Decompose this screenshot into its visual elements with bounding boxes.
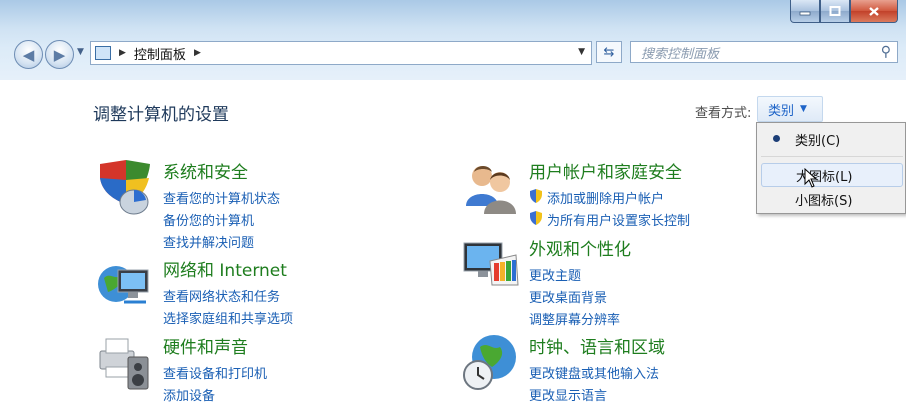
radio-selected-icon: [773, 135, 780, 142]
link-screen-resolution[interactable]: 调整屏幕分辨率: [529, 309, 620, 328]
category-title[interactable]: 时钟、语言和区域: [529, 333, 665, 358]
arrow-left-icon: ◀: [22, 45, 35, 64]
menu-item-label: 类别(C): [795, 133, 841, 149]
close-icon: [869, 6, 879, 16]
menu-item-category[interactable]: 类别(C): [761, 127, 903, 151]
mouse-cursor-icon: [804, 168, 818, 188]
category-user-accounts: 用户帐户和家庭安全 添加或删除用户帐户 为所有用户设置家长控制: [462, 158, 742, 234]
recent-pages-button[interactable]: ▼: [77, 47, 84, 57]
link-network-status[interactable]: 查看网络状态和任务: [163, 286, 280, 305]
link-add-device[interactable]: 添加设备: [163, 385, 215, 404]
link-change-keyboard[interactable]: 更改键盘或其他输入法: [529, 363, 659, 382]
minimize-button[interactable]: [790, 0, 820, 23]
window-frame: ◀ ▶ ▼ ▶ 控制面板 ▶ ▼ ⇆ 搜索控制面板 ⚲: [0, 0, 906, 80]
menu-separator: [761, 156, 903, 157]
menu-item-large-icons[interactable]: 大图标(L): [761, 163, 903, 187]
link-troubleshoot[interactable]: 查找并解决问题: [163, 232, 254, 251]
link-add-remove-accounts[interactable]: 添加或删除用户帐户: [547, 188, 664, 207]
uac-shield-icon: [530, 211, 542, 225]
chevron-down-icon: ▼: [77, 47, 84, 57]
globe-clock-icon: [463, 335, 516, 390]
category-hardware-sound: 硬件和声音 查看设备和打印机 添加设备: [96, 333, 356, 404]
content-area: 调整计算机的设置 查看方式: 类别 ▼ 系统和安全 查看您的计算机状态 备份您的…: [0, 80, 906, 404]
category-title[interactable]: 网络和 Internet: [163, 256, 287, 281]
link-devices-printers[interactable]: 查看设备和打印机: [163, 363, 267, 382]
view-by-menu: 类别(C) 大图标(L) 小图标(S): [756, 122, 906, 214]
monitor-palette-icon: [463, 242, 519, 286]
menu-item-small-icons[interactable]: 小图标(S): [761, 187, 903, 211]
link-view-computer-status[interactable]: 查看您的计算机状态: [163, 188, 280, 207]
link-change-theme[interactable]: 更改主题: [529, 265, 581, 284]
printer-speaker-icon: [99, 338, 149, 390]
breadcrumb-control-panel[interactable]: 控制面板: [134, 44, 186, 63]
window-controls: [790, 0, 898, 23]
page-title: 调整计算机的设置: [93, 105, 229, 125]
category-clock-language-region: 时钟、语言和区域 更改键盘或其他输入法 更改显示语言: [462, 333, 742, 404]
view-by-label: 查看方式:: [695, 106, 752, 121]
shield-icon: [100, 160, 150, 215]
forward-button[interactable]: ▶: [45, 40, 74, 69]
search-box[interactable]: 搜索控制面板 ⚲: [630, 41, 898, 63]
category-system-security: 系统和安全 查看您的计算机状态 备份您的计算机 查找并解决问题: [96, 158, 356, 258]
breadcrumb-arrow-icon[interactable]: ▶: [119, 48, 126, 58]
chevron-down-icon: ▼: [800, 104, 807, 114]
minimize-icon: [799, 11, 811, 16]
control-panel-icon: [95, 46, 111, 60]
category-network-internet: 网络和 Internet 查看网络状态和任务 选择家庭组和共享选项: [96, 256, 356, 327]
users-icon: [466, 166, 516, 214]
link-parental-controls[interactable]: 为所有用户设置家长控制: [547, 210, 690, 229]
close-button[interactable]: [850, 0, 898, 23]
category-title[interactable]: 用户帐户和家庭安全: [529, 158, 682, 183]
refresh-button[interactable]: ⇆: [596, 41, 622, 63]
address-dropdown-button[interactable]: ▼: [578, 47, 585, 57]
link-backup-computer[interactable]: 备份您的计算机: [163, 210, 254, 229]
address-bar[interactable]: ▶ 控制面板 ▶ ▼: [90, 41, 592, 65]
refresh-icon: ⇆: [603, 44, 615, 60]
category-title[interactable]: 外观和个性化: [529, 235, 631, 260]
uac-shield-icon: [530, 189, 542, 203]
back-button[interactable]: ◀: [14, 40, 43, 69]
category-title[interactable]: 系统和安全: [163, 158, 248, 183]
arrow-right-icon: ▶: [53, 45, 66, 64]
link-homegroup-sharing[interactable]: 选择家庭组和共享选项: [163, 308, 293, 327]
network-globe-icon: [98, 266, 149, 304]
category-title[interactable]: 硬件和声音: [163, 333, 248, 358]
link-change-background[interactable]: 更改桌面背景: [529, 287, 607, 306]
maximize-icon: [829, 6, 841, 16]
view-by-dropdown[interactable]: 类别 ▼: [757, 96, 823, 122]
view-by-value: 类别: [768, 103, 795, 119]
search-icon[interactable]: ⚲: [881, 44, 891, 60]
menu-item-label: 小图标(S): [795, 193, 853, 209]
breadcrumb-arrow-icon[interactable]: ▶: [194, 48, 201, 58]
category-appearance: 外观和个性化 更改主题 更改桌面背景 调整屏幕分辨率: [462, 235, 742, 335]
maximize-button[interactable]: [820, 0, 850, 23]
search-input[interactable]: 搜索控制面板: [641, 43, 881, 62]
link-change-display-language[interactable]: 更改显示语言: [529, 385, 607, 404]
